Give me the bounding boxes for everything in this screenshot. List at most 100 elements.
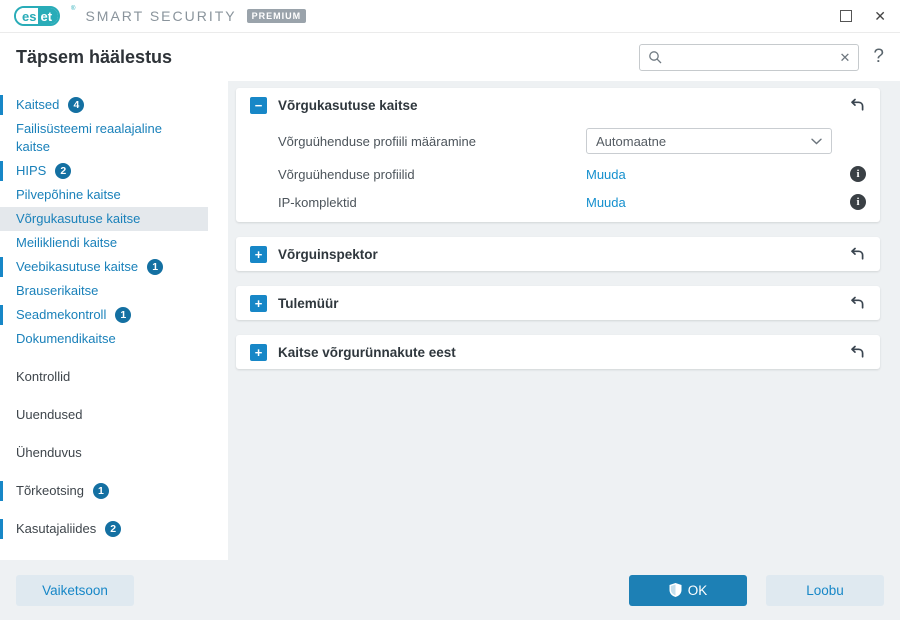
sidebar-item-label: Veebikasutuse kaitse	[16, 259, 139, 274]
info-icon[interactable]: i	[850, 194, 866, 210]
section-vorguinspektor: + Võrguinspektor	[236, 237, 880, 271]
sidebar-item-label: Kaitsed	[16, 97, 60, 112]
help-icon[interactable]: ?	[873, 46, 884, 68]
expand-icon[interactable]: +	[250, 245, 267, 263]
ok-button-label: OK	[687, 582, 708, 598]
collapse-icon[interactable]: −	[250, 96, 267, 114]
maximize-button[interactable]	[840, 10, 853, 22]
sidebar-item-label: HIPS	[16, 163, 47, 178]
attention-bar	[0, 481, 3, 501]
sidebar-item-label: Failisüsteemi reaalajaline kaitse	[16, 121, 162, 154]
dropdown-value: Automaatne	[596, 133, 667, 149]
revert-to-default-button[interactable]	[848, 294, 866, 312]
undo-icon	[851, 247, 864, 260]
section-header[interactable]: + Kaitse võrgurünnakute eest	[236, 335, 880, 369]
sidebar-item-uhenduvus[interactable]: Ühenduvus	[0, 441, 208, 465]
sidebar-item-privaatsussatted[interactable]: Privaatsussätted	[0, 555, 208, 560]
sidebar-item-meilikliendi-kaitse[interactable]: Meilikliendi kaitse	[0, 231, 208, 255]
page-header: Täpsem häälestus ✕ ?	[0, 33, 900, 81]
expand-icon[interactable]: +	[250, 343, 267, 361]
edit-ip-sets-link[interactable]: Muuda	[586, 195, 626, 210]
shield-icon	[669, 583, 682, 597]
setting-label: Võrguühenduse profiilid	[278, 166, 415, 182]
window-controls: ✕	[840, 9, 886, 23]
chevron-down-icon	[811, 138, 822, 144]
sidebar-item-veebikasutuse-kaitse[interactable]: Veebikasutuse kaitse 1	[0, 255, 208, 279]
eset-logo-left: es	[16, 8, 39, 24]
edition-badge: PREMIUM	[246, 9, 307, 23]
edit-profiles-link[interactable]: Muuda	[586, 167, 626, 182]
ok-button[interactable]: OK	[629, 574, 747, 606]
setting-label: IP-komplektid	[278, 194, 357, 210]
setting-row-ip-komplektid: IP-komplektid Muuda i	[236, 188, 880, 222]
sidebar-item-label: Tõrkeotsing	[16, 483, 84, 498]
search-box[interactable]: ✕	[639, 43, 860, 71]
sidebar-item-uuendused[interactable]: Uuendused	[0, 403, 208, 427]
revert-to-default-button[interactable]	[848, 343, 866, 361]
count-badge: 4	[68, 97, 85, 113]
sidebar-item-kaitsed[interactable]: Kaitsed 4	[0, 93, 208, 117]
sidebar-item-label: Uuendused	[16, 407, 83, 422]
setting-label: Võrguühenduse profiili määramine	[278, 133, 477, 149]
sidebar-item-vorgukasutuse-kaitse[interactable]: Võrgukasutuse kaitse	[0, 207, 208, 231]
product-name: SMART SECURITY	[85, 8, 237, 24]
revert-to-default-button[interactable]	[848, 245, 866, 263]
count-badge: 2	[105, 521, 122, 537]
sidebar-item-label: Privaatsussätted	[16, 558, 112, 560]
undo-icon	[851, 296, 864, 309]
expand-icon[interactable]: +	[250, 294, 267, 312]
count-badge: 1	[147, 259, 164, 275]
registered-mark: ®	[71, 6, 76, 12]
revert-to-default-button[interactable]	[848, 96, 866, 114]
sidebar-item-dokumendikaitse[interactable]: Dokumendikaitse	[0, 327, 208, 351]
attention-bar	[0, 161, 3, 181]
page-title: Täpsem häälestus	[16, 46, 173, 67]
settings-content: − Võrgukasutuse kaitse Võrguühenduse pro…	[228, 81, 900, 560]
section-title: Võrguinspektor	[278, 246, 378, 262]
sidebar-item-failisusteemi-reaalajaline-kaitse[interactable]: Failisüsteemi reaalajaline kaitse	[0, 117, 208, 159]
sidebar-item-label: Kontrollid	[16, 369, 71, 384]
sidebar-item-label: Ühenduvus	[16, 445, 82, 460]
sidebar-item-label: Dokumendikaitse	[16, 331, 116, 346]
section-header[interactable]: − Võrgukasutuse kaitse	[236, 88, 880, 122]
footer-bar: Vaiketsoon OK Loobu	[0, 560, 900, 620]
clear-search-icon[interactable]: ✕	[840, 51, 851, 64]
main-area: Kaitsed 4 Failisüsteemi reaalajaline kai…	[0, 81, 900, 560]
search-icon	[649, 51, 662, 64]
sidebar-item-seadmekontroll[interactable]: Seadmekontroll 1	[0, 303, 208, 327]
close-button[interactable]: ✕	[874, 9, 886, 23]
section-title: Võrgukasutuse kaitse	[278, 97, 418, 113]
attention-bar	[0, 519, 3, 539]
cancel-button[interactable]: Loobu	[766, 574, 884, 606]
eset-logo: es et ® SMART SECURITY PREMIUM	[14, 6, 307, 26]
attention-bar	[0, 95, 3, 115]
sidebar-item-label: Seadmekontroll	[16, 307, 107, 322]
info-icon[interactable]: i	[850, 166, 866, 182]
sidebar-item-kontrollid[interactable]: Kontrollid	[0, 365, 208, 389]
sidebar-item-label: Kasutajaliides	[16, 521, 97, 536]
attention-bar	[0, 257, 3, 277]
title-bar: es et ® SMART SECURITY PREMIUM ✕	[0, 0, 900, 33]
count-badge: 2	[55, 163, 72, 179]
eset-logo-mark: es et	[14, 6, 61, 26]
count-badge: 1	[115, 307, 132, 323]
settings-nav-sidebar: Kaitsed 4 Failisüsteemi reaalajaline kai…	[0, 81, 228, 560]
section-vorgukasutuse-kaitse: − Võrgukasutuse kaitse Võrguühenduse pro…	[236, 88, 880, 222]
undo-icon	[851, 98, 864, 111]
default-button[interactable]: Vaiketsoon	[16, 574, 134, 606]
section-title: Kaitse võrgurünnakute eest	[278, 344, 456, 360]
section-header[interactable]: + Tulemüür	[236, 286, 880, 320]
search-input[interactable]	[668, 48, 834, 66]
attention-bar	[0, 305, 3, 325]
sidebar-item-brauserikaitse[interactable]: Brauserikaitse	[0, 279, 208, 303]
setting-row-profiilid: Võrguühenduse profiilid Muuda i	[236, 160, 880, 188]
sidebar-item-label: Võrgukasutuse kaitse	[16, 211, 141, 226]
profile-assignment-dropdown[interactable]: Automaatne	[586, 128, 832, 154]
sidebar-item-hips[interactable]: HIPS 2	[0, 159, 208, 183]
section-header[interactable]: + Võrguinspektor	[236, 237, 880, 271]
sidebar-item-kasutajaliides[interactable]: Kasutajaliides 2	[0, 517, 208, 541]
sidebar-item-torkeotsing[interactable]: Tõrkeotsing 1	[0, 479, 208, 503]
sidebar-item-label: Pilvepõhine kaitse	[16, 187, 121, 202]
sidebar-item-pilvepohine-kaitse[interactable]: Pilvepõhine kaitse	[0, 183, 208, 207]
count-badge: 1	[92, 483, 109, 499]
